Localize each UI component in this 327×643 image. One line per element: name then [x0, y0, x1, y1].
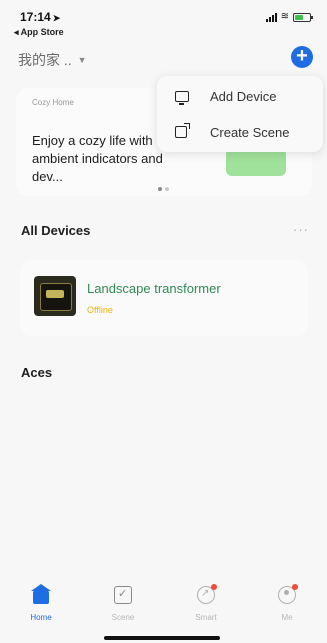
status-icons: ≋	[265, 11, 313, 22]
tab-label: Home	[30, 613, 52, 622]
back-to-app-store[interactable]: ◂ App Store	[14, 27, 64, 38]
caret-down-icon: ▼	[77, 55, 87, 65]
wifi-icon: ≋	[280, 11, 289, 22]
all-devices-heading: All Devices	[21, 223, 91, 238]
bottom-tab-bar: Home Scene Smart Me	[0, 580, 327, 643]
home-selector[interactable]: 我的家 .. ▼	[18, 50, 87, 70]
add-menu-popup: Add Device Create Scene	[157, 76, 323, 152]
menu-item-create-scene[interactable]: Create Scene	[157, 114, 323, 150]
tab-smart[interactable]: Smart	[179, 584, 233, 622]
tab-home[interactable]: Home	[14, 584, 68, 622]
scene-thumbnail	[226, 148, 286, 176]
smart-icon	[197, 584, 217, 604]
tab-label: Smart	[195, 613, 217, 622]
location-arrow-icon: ➤	[52, 13, 61, 23]
scene-tag: Cozy Home	[32, 98, 74, 107]
menu-item-label: Create Scene	[210, 124, 290, 140]
more-options-icon[interactable]: ···	[293, 222, 309, 237]
status-time: 17:14 ➤	[20, 10, 61, 24]
notification-badge	[211, 584, 217, 590]
notification-badge	[292, 584, 298, 590]
add-button[interactable]: +	[291, 46, 313, 68]
menu-item-label: Add Device	[210, 88, 277, 104]
me-icon	[278, 584, 298, 604]
home-indicator	[104, 636, 220, 640]
app-screen: 17:14 ➤ ◂ App Store ≋ 我的家 .. ▼ + Cozy Hom…	[0, 0, 327, 643]
device-card[interactable]: Landscape transformer Offline	[20, 260, 308, 336]
signal-icon	[265, 12, 277, 22]
add-device-icon	[175, 90, 189, 105]
menu-item-add-device[interactable]: Add Device	[157, 78, 323, 114]
tab-me[interactable]: Me	[260, 584, 314, 622]
carousel-dots	[158, 187, 169, 191]
tab-scene[interactable]: Scene	[96, 586, 150, 622]
device-thumbnail	[34, 276, 76, 316]
device-name: Landscape transformer	[87, 281, 221, 296]
device-status: Offline	[87, 305, 113, 315]
battery-icon	[293, 12, 313, 22]
home-name: 我的家 ..	[18, 52, 72, 68]
home-icon	[31, 584, 51, 604]
tab-label: Me	[281, 613, 293, 622]
tab-label: Scene	[111, 613, 135, 622]
scene-icon	[114, 586, 132, 604]
create-scene-icon	[175, 123, 190, 138]
aces-heading: Aces	[21, 365, 53, 380]
